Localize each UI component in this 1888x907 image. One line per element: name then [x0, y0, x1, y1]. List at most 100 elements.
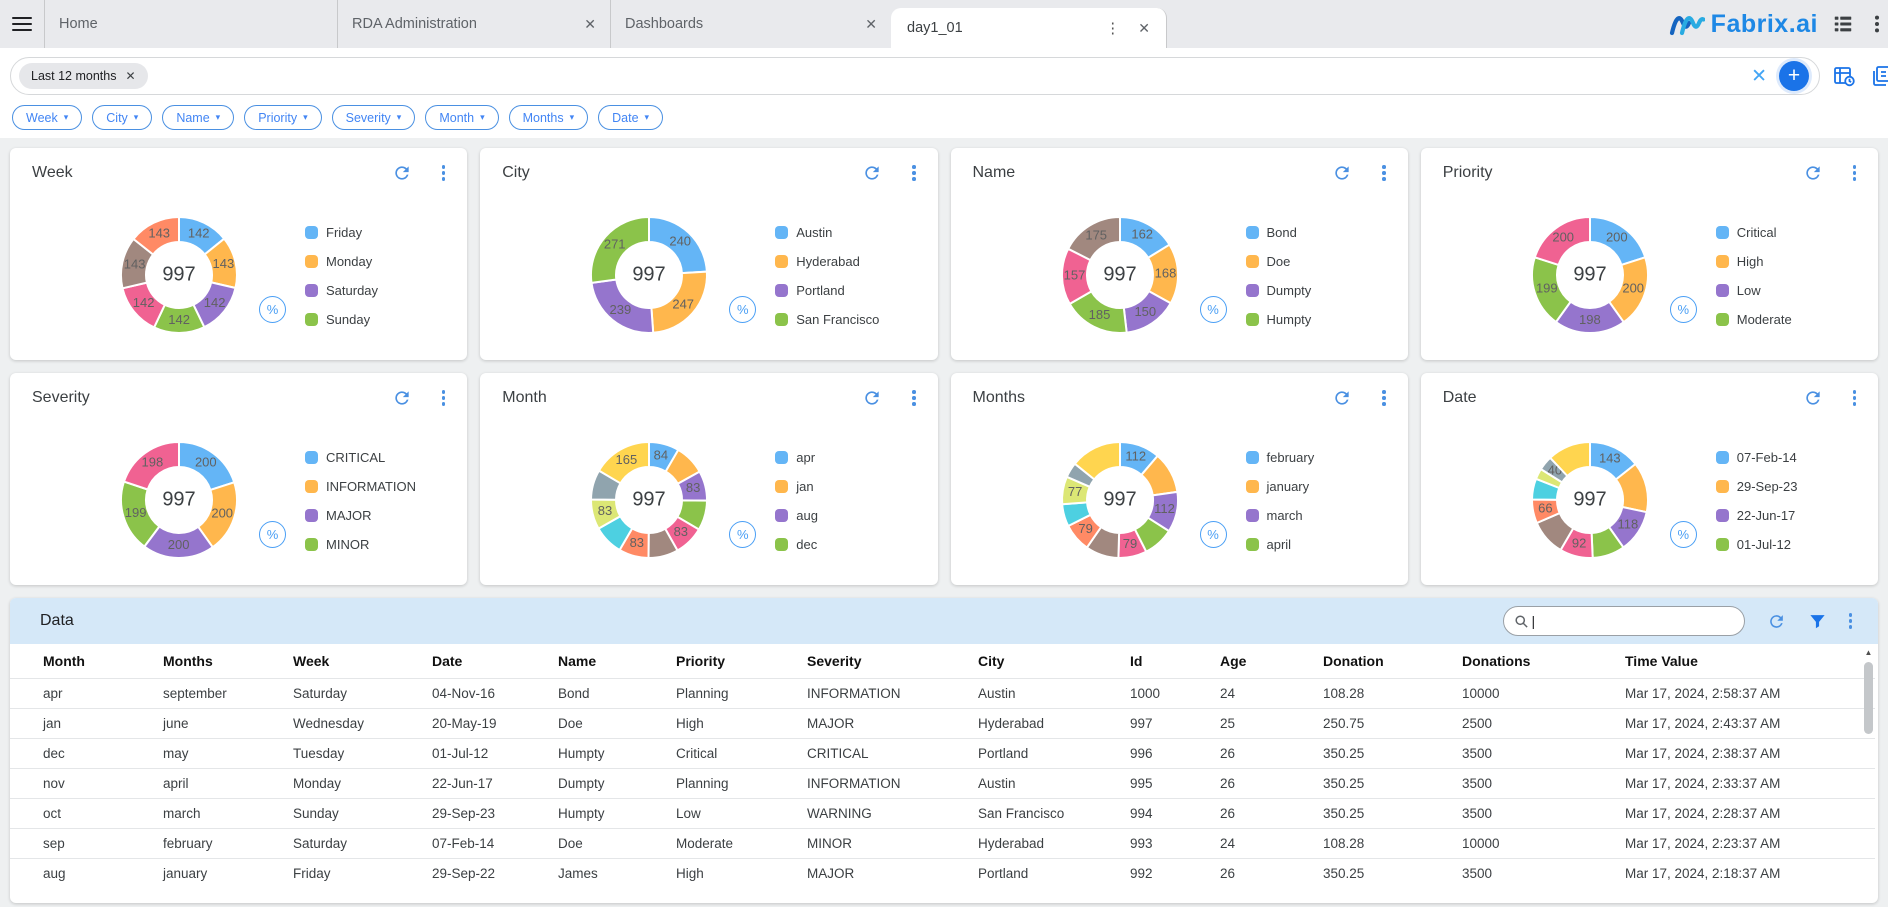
filter-pill-month[interactable]: Month▾: [425, 105, 498, 130]
column-header-name[interactable]: Name: [558, 644, 676, 678]
legend-item-critical[interactable]: CRITICAL: [305, 443, 455, 472]
column-header-age[interactable]: Age: [1220, 644, 1323, 678]
column-header-time-value[interactable]: Time Value: [1625, 644, 1875, 678]
legend-item-bond[interactable]: Bond: [1246, 218, 1396, 247]
refresh-icon[interactable]: [862, 388, 882, 408]
column-header-week[interactable]: Week: [293, 644, 432, 678]
tab-home[interactable]: Home: [44, 0, 337, 48]
percent-toggle-button[interactable]: %: [729, 296, 756, 323]
table-row[interactable]: janjuneWednesday20-May-19DoeHighMAJORHyd…: [10, 708, 1875, 738]
table-row[interactable]: augjanuaryFriday29-Sep-22JamesHighMAJORP…: [10, 858, 1875, 888]
card-menu-icon[interactable]: [1853, 165, 1857, 181]
column-header-donation[interactable]: Donation: [1323, 644, 1462, 678]
legend-item-sunday[interactable]: Sunday: [305, 305, 455, 334]
refresh-icon[interactable]: [1332, 163, 1352, 183]
legend-item-hyderabad[interactable]: Hyderabad: [775, 247, 925, 276]
filter-pill-severity[interactable]: Severity▾: [332, 105, 416, 130]
tab-rda-administration[interactable]: RDA Administration✕: [337, 0, 610, 48]
legend-item-aug[interactable]: aug: [775, 501, 925, 530]
legend-item-monday[interactable]: Monday: [305, 247, 455, 276]
legend-item-january[interactable]: january: [1246, 472, 1396, 501]
table-row[interactable]: decmayTuesday01-Jul-12HumptyCriticalCRIT…: [10, 738, 1875, 768]
card-menu-icon[interactable]: [442, 390, 446, 406]
table-search-input[interactable]: |: [1503, 606, 1745, 636]
refresh-icon[interactable]: [1332, 388, 1352, 408]
clear-filters-icon[interactable]: ✕: [1751, 67, 1767, 86]
column-header-date[interactable]: Date: [432, 644, 558, 678]
table-settings-icon[interactable]: [1832, 64, 1856, 88]
refresh-icon[interactable]: [392, 388, 412, 408]
table-refresh-icon[interactable]: [1767, 612, 1786, 631]
legend-item-low[interactable]: Low: [1716, 276, 1866, 305]
legend-item-jan[interactable]: jan: [775, 472, 925, 501]
legend-item-saturday[interactable]: Saturday: [305, 276, 455, 305]
table-menu-icon[interactable]: [1849, 613, 1853, 629]
legend-item-doe[interactable]: Doe: [1246, 247, 1396, 276]
card-menu-icon[interactable]: [912, 165, 916, 181]
table-row[interactable]: novaprilMonday22-Jun-17DumptyPlanningINF…: [10, 768, 1875, 798]
legend-item-february[interactable]: february: [1246, 443, 1396, 472]
refresh-icon[interactable]: [862, 163, 882, 183]
legend-item-07-feb-14[interactable]: 07-Feb-14: [1716, 443, 1866, 472]
card-menu-icon[interactable]: [912, 390, 916, 406]
table-row[interactable]: octmarchSunday29-Sep-23HumptyLowWARNINGS…: [10, 798, 1875, 828]
filter-pill-date[interactable]: Date▾: [598, 105, 663, 130]
legend-item-major[interactable]: MAJOR: [305, 501, 455, 530]
filter-pill-week[interactable]: Week▾: [12, 105, 82, 130]
search-field[interactable]: [1542, 614, 1733, 629]
legend-item-apr[interactable]: apr: [775, 443, 925, 472]
legend-item-dec[interactable]: dec: [775, 530, 925, 559]
table-filter-icon[interactable]: [1808, 612, 1827, 631]
filter-pill-name[interactable]: Name▾: [162, 105, 234, 130]
legend-item-march[interactable]: march: [1246, 501, 1396, 530]
hamburger-menu-icon[interactable]: [0, 0, 44, 48]
tab-close-icon[interactable]: ✕: [865, 16, 877, 33]
tab-close-icon[interactable]: ✕: [1138, 20, 1150, 37]
overflow-menu-icon[interactable]: [1868, 13, 1886, 35]
card-menu-icon[interactable]: [1382, 165, 1386, 181]
legend-item-austin[interactable]: Austin: [775, 218, 925, 247]
percent-toggle-button[interactable]: %: [1200, 521, 1227, 548]
legend-item-april[interactable]: april: [1246, 530, 1396, 559]
column-header-id[interactable]: Id: [1130, 644, 1220, 678]
table-row[interactable]: aprseptemberSaturday04-Nov-16BondPlannin…: [10, 678, 1875, 708]
percent-toggle-button[interactable]: %: [1200, 296, 1227, 323]
legend-item-san-francisco[interactable]: San Francisco: [775, 305, 925, 334]
tab-close-icon[interactable]: ✕: [584, 16, 596, 33]
legend-item-critical[interactable]: Critical: [1716, 218, 1866, 247]
refresh-icon[interactable]: [392, 163, 412, 183]
legend-item-moderate[interactable]: Moderate: [1716, 305, 1866, 334]
legend-item-minor[interactable]: MINOR: [305, 530, 455, 559]
refresh-icon[interactable]: [1803, 388, 1823, 408]
legend-item-information[interactable]: INFORMATION: [305, 472, 455, 501]
refresh-icon[interactable]: [1803, 163, 1823, 183]
column-header-severity[interactable]: Severity: [807, 644, 978, 678]
column-header-priority[interactable]: Priority: [676, 644, 807, 678]
legend-item-high[interactable]: High: [1716, 247, 1866, 276]
chip-close-icon[interactable]: ✕: [125, 69, 135, 83]
filter-chip-last-12-months[interactable]: Last 12 months ✕: [19, 63, 148, 89]
table-rows-icon[interactable]: [1832, 13, 1854, 35]
card-menu-icon[interactable]: [1853, 390, 1857, 406]
column-header-city[interactable]: City: [978, 644, 1130, 678]
copy-dashboard-icon[interactable]: [1870, 64, 1888, 88]
column-header-months[interactable]: Months: [163, 644, 293, 678]
tab-dashboards[interactable]: Dashboards✕: [610, 0, 891, 48]
scrollbar-thumb[interactable]: [1864, 662, 1873, 734]
legend-item-portland[interactable]: Portland: [775, 276, 925, 305]
tab-day1-01[interactable]: day1_01⋮✕: [891, 8, 1167, 48]
filter-pill-months[interactable]: Months▾: [509, 105, 589, 130]
filter-pill-city[interactable]: City▾: [92, 105, 152, 130]
percent-toggle-button[interactable]: %: [1670, 296, 1697, 323]
legend-item-dumpty[interactable]: Dumpty: [1246, 276, 1396, 305]
legend-item-22-jun-17[interactable]: 22-Jun-17: [1716, 501, 1866, 530]
legend-item-01-jul-12[interactable]: 01-Jul-12: [1716, 530, 1866, 559]
percent-toggle-button[interactable]: %: [1670, 521, 1697, 548]
scrollbar-up-arrow[interactable]: ▲: [1862, 648, 1875, 660]
card-menu-icon[interactable]: [1382, 390, 1386, 406]
table-row[interactable]: sepfebruarySaturday07-Feb-14DoeModerateM…: [10, 828, 1875, 858]
percent-toggle-button[interactable]: %: [259, 296, 286, 323]
legend-item-29-sep-23[interactable]: 29-Sep-23: [1716, 472, 1866, 501]
tab-menu-icon[interactable]: ⋮: [1105, 19, 1120, 37]
column-header-month[interactable]: Month: [10, 644, 163, 678]
